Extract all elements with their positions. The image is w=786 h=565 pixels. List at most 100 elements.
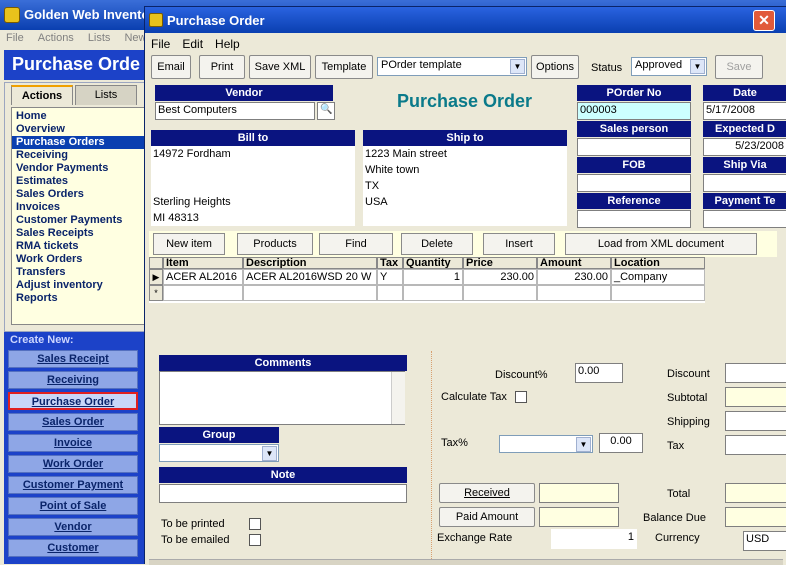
bill-to-address[interactable]: 14972 Fordham Sterling Heights MI 48313 (151, 146, 355, 226)
save-xml-button[interactable]: Save XML (249, 55, 311, 79)
email-button[interactable]: Email (151, 55, 191, 79)
create-point-of-sale-button[interactable]: Point of Sale (8, 497, 138, 515)
grid-header-amount[interactable]: Amount (537, 257, 611, 269)
menu-edit[interactable]: Edit (182, 37, 203, 51)
create-work-order-button[interactable]: Work Order (8, 455, 138, 473)
grid-header-description[interactable]: Description (243, 257, 377, 269)
options-button[interactable]: Options (531, 55, 579, 79)
create-purchase-order-button[interactable]: Purchase Order (8, 392, 138, 410)
vendor-lookup-icon[interactable]: 🔍 (317, 102, 335, 120)
new-cell-location[interactable] (611, 285, 705, 301)
create-customer-payment-button[interactable]: Customer Payment (8, 476, 138, 494)
new-cell-quantity[interactable] (403, 285, 463, 301)
cell-quantity[interactable]: 1 (403, 269, 463, 285)
new-cell-amount[interactable] (537, 285, 611, 301)
nav-item-estimates[interactable]: Estimates (12, 175, 146, 188)
new-item-button[interactable]: New item (153, 233, 225, 255)
paid-amount-button[interactable]: Paid Amount (439, 507, 535, 527)
menu-file[interactable]: File (151, 37, 170, 51)
grid-header-item[interactable]: Item (163, 257, 243, 269)
nav-item-invoices[interactable]: Invoices (12, 201, 146, 214)
nav-item-sales-receipts[interactable]: Sales Receipts (12, 227, 146, 240)
shipping-field[interactable] (725, 411, 786, 431)
expected-date-field[interactable]: 5/23/2008 (703, 138, 786, 156)
tax-percent-field[interactable]: 0.00 (599, 433, 643, 453)
salesperson-field[interactable] (577, 138, 691, 156)
cell-price[interactable]: 230.00 (463, 269, 537, 285)
close-icon[interactable]: ✕ (753, 10, 775, 31)
tab-actions[interactable]: Actions (11, 85, 73, 105)
tax-select[interactable]: ▼ (499, 435, 593, 453)
payment-terms-field[interactable] (703, 210, 786, 228)
nav-item-overview[interactable]: Overview (12, 123, 146, 136)
ship-via-field[interactable] (703, 174, 786, 192)
print-button[interactable]: Print (199, 55, 245, 79)
find-button[interactable]: Find (319, 233, 393, 255)
nav-item-reports[interactable]: Reports (12, 292, 146, 305)
load-xml-button[interactable]: Load from XML document (565, 233, 757, 255)
products-button[interactable]: Products (237, 233, 313, 255)
nav-item-rma-tickets[interactable]: RMA tickets (12, 240, 146, 253)
nav-item-customer-payments[interactable]: Customer Payments (12, 214, 146, 227)
row-selector-icon[interactable]: ▶ (149, 269, 163, 285)
comments-textarea[interactable] (159, 371, 405, 425)
cell-amount[interactable]: 230.00 (537, 269, 611, 285)
new-cell-tax[interactable] (377, 285, 403, 301)
date-field[interactable]: 5/17/2008 (703, 102, 786, 120)
nav-item-home[interactable]: Home (12, 110, 146, 123)
grid-header-quantity[interactable]: Quantity (403, 257, 463, 269)
create-vendor-button[interactable]: Vendor (8, 518, 138, 536)
save-button[interactable]: Save (715, 55, 763, 79)
status-select[interactable]: Approved ▼ (631, 57, 707, 76)
grid-header-location[interactable]: Location (611, 257, 705, 269)
cell-description[interactable]: ACER AL2016WSD 20 W (243, 269, 377, 285)
received-button[interactable]: Received (439, 483, 535, 503)
delete-button[interactable]: Delete (401, 233, 473, 255)
cell-location[interactable]: _Company (611, 269, 705, 285)
nav-item-receiving[interactable]: Receiving (12, 149, 146, 162)
insert-button[interactable]: Insert (483, 233, 555, 255)
template-button[interactable]: Template (315, 55, 373, 79)
ship-to-address[interactable]: 1223 Main street White town TX USA (363, 146, 567, 226)
fob-field[interactable] (577, 174, 691, 192)
comments-scrollbar[interactable] (391, 372, 405, 424)
app-menu-actions[interactable]: Actions (38, 32, 74, 44)
to-be-printed-checkbox[interactable] (249, 518, 261, 530)
received-field[interactable] (539, 483, 619, 503)
app-menu-lists[interactable]: Lists (88, 32, 111, 44)
app-menu-file[interactable]: File (6, 32, 24, 44)
tab-lists[interactable]: Lists (75, 85, 137, 105)
nav-item-vendor-payments[interactable]: Vendor Payments (12, 162, 146, 175)
nav-item-transfers[interactable]: Transfers (12, 266, 146, 279)
new-row-icon[interactable]: * (149, 285, 163, 301)
template-select[interactable]: POrder template ▼ (377, 57, 527, 76)
grid-header-price[interactable]: Price (463, 257, 537, 269)
grid-header-tax[interactable]: Tax (377, 257, 403, 269)
currency-field[interactable]: USD (743, 531, 786, 551)
discount-field[interactable] (725, 363, 786, 383)
new-cell-item[interactable] (163, 285, 243, 301)
nav-item-work-orders[interactable]: Work Orders (12, 253, 146, 266)
new-cell-price[interactable] (463, 285, 537, 301)
vendor-field[interactable]: Best Computers (155, 102, 315, 120)
nav-item-adjust-inventory[interactable]: Adjust inventory (12, 279, 146, 292)
create-sales-order-button[interactable]: Sales Order (8, 413, 138, 431)
create-customer-button[interactable]: Customer (8, 539, 138, 557)
menu-help[interactable]: Help (215, 37, 240, 51)
group-select[interactable]: ▼ (159, 444, 279, 462)
paid-amount-field[interactable] (539, 507, 619, 527)
cell-tax[interactable]: Y (377, 269, 403, 285)
create-sales-receipt-button[interactable]: Sales Receipt (8, 350, 138, 368)
nav-item-sales-orders[interactable]: Sales Orders (12, 188, 146, 201)
tax-field[interactable] (725, 435, 786, 455)
discount-percent-field[interactable]: 0.00 (575, 363, 623, 383)
new-cell-description[interactable] (243, 285, 377, 301)
to-be-emailed-checkbox[interactable] (249, 534, 261, 546)
exchange-rate-field[interactable]: 1 (551, 529, 637, 549)
nav-item-purchase-orders[interactable]: Purchase Orders (12, 136, 146, 149)
porder-no-field[interactable]: 000003 (577, 102, 691, 120)
cell-item[interactable]: ACER AL2016 (163, 269, 243, 285)
reference-field[interactable] (577, 210, 691, 228)
create-receiving-button[interactable]: Receiving (8, 371, 138, 389)
note-field[interactable] (159, 484, 407, 503)
